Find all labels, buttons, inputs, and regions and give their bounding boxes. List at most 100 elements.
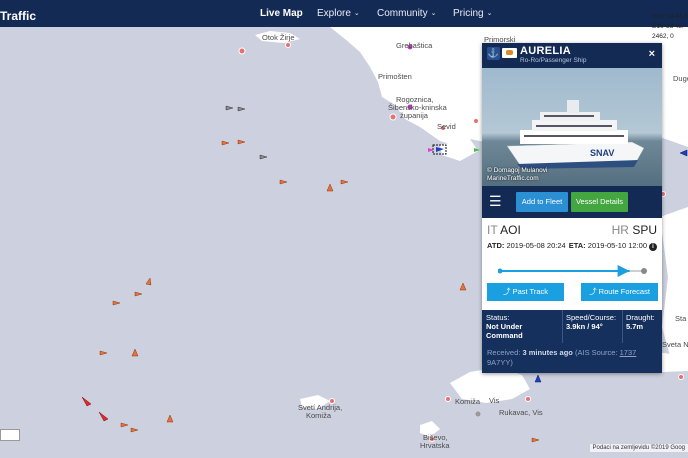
vessel-markers-grey	[225, 105, 268, 160]
destination-country: HR	[611, 223, 629, 237]
status-panel: Status: Not Under Command Speed/Course: …	[482, 310, 662, 373]
vessel-marker-cargo	[130, 427, 139, 433]
place-label: Rukavac, Vis	[499, 408, 543, 417]
voyage-progress	[498, 265, 647, 277]
coord-lon: E16°38'48.	[652, 23, 684, 30]
speed-value: 3.9kn / 94°	[566, 322, 603, 331]
destination-port-code: SPU	[632, 223, 657, 237]
nav-pricing[interactable]: Pricing ⌄	[453, 8, 492, 19]
vessel-photo[interactable]: SNAV © Domagoj Mulanovi MarineTraffic.co…	[482, 68, 662, 186]
departure-country: IT	[487, 223, 498, 237]
coord-lat: N43°14'46.3	[652, 13, 688, 20]
past-track-button[interactable]: ⤴ Past Track	[487, 283, 564, 301]
vessel-marker-cargo	[99, 350, 108, 356]
route-icon: ⤴	[589, 287, 599, 296]
vessel-marker-cargo	[131, 348, 139, 357]
place-label: Dugo	[673, 74, 688, 83]
ais-source-callsign: 9A7YY)	[487, 358, 513, 367]
speed-label: Speed/Course:	[566, 313, 617, 322]
past-track-label: Past Track	[512, 287, 549, 296]
vessel-marker-cargo	[112, 300, 121, 306]
top-nav: Traffic Live Map Explore ⌄ Community ⌄ Pri…	[0, 0, 688, 27]
coord-extra: 2462, 0	[652, 33, 674, 40]
eta-label: ETA:	[568, 241, 586, 250]
place-label: Sevid	[437, 122, 456, 131]
speed-field: Speed/Course: 3.9kn / 94°	[566, 313, 622, 331]
port-marker	[389, 113, 397, 121]
place-label: Otok Žirje	[262, 33, 295, 42]
close-icon[interactable]: ×	[649, 48, 655, 60]
divider	[562, 310, 563, 343]
photo-credit: © Domagoj Mulanovi MarineTraffic.com	[487, 167, 547, 183]
vessel-marker-cargo	[326, 183, 334, 192]
received-label: Received:	[487, 348, 521, 357]
atd: ATD: 2019-05-08 20:24	[487, 241, 566, 250]
place-label: Vis	[489, 396, 500, 405]
vessel-marker-cargo	[531, 437, 540, 443]
status-label: Status:	[486, 313, 510, 322]
map-attribution[interactable]: Podaci na zemljevidu ©2019 Goog	[589, 444, 688, 452]
departure-port[interactable]: IT AOI	[487, 223, 521, 237]
info-icon[interactable]: i	[649, 243, 657, 251]
port-marker	[285, 42, 291, 48]
route-forecast-button[interactable]: ⤴ Route Forecast	[581, 283, 658, 301]
nav-live-map[interactable]: Live Map	[260, 8, 303, 19]
eta-value: 2019-05-10 12:00	[587, 241, 647, 250]
place-label: županija	[400, 111, 428, 120]
status-field: Status: Not Under Command	[486, 313, 560, 340]
atd-label: ATD:	[487, 241, 505, 250]
vessel-marker-tanker	[81, 396, 92, 407]
place-label: Sveta N	[662, 340, 688, 349]
vessel-marker-cargo	[237, 139, 246, 145]
draught-value: 5.7m	[626, 322, 644, 331]
ais-source-link[interactable]: 1737	[620, 348, 637, 357]
ais-source-label: (AIS Source:	[574, 348, 618, 357]
atd-value: 2019-05-08 20:24	[506, 241, 566, 250]
brand-logo[interactable]: Traffic	[0, 9, 36, 23]
vessel-marker-cargo	[134, 291, 143, 297]
menu-icon[interactable]: ☰	[489, 194, 502, 208]
flag-cyprus-icon	[502, 48, 517, 58]
vessel-marker-cargo	[279, 179, 288, 185]
vessel-marker-tanker	[98, 411, 109, 422]
progress-arrow-icon	[617, 265, 630, 277]
received-info: Received: 3 minutes ago (AIS Source: 173…	[487, 348, 657, 368]
port-marker	[525, 396, 531, 402]
vessel-marker-cargo	[120, 422, 129, 428]
track-icon: ⤴	[502, 287, 513, 296]
vessel-marker-passenger	[534, 374, 542, 383]
port-marker	[238, 47, 246, 55]
vessel-details-button[interactable]: Vessel Details	[571, 192, 628, 212]
vessel-type: Ro-Ro/Passenger Ship	[520, 57, 587, 64]
progress-start-dot	[498, 268, 503, 274]
photo-credit-source: MarineTraffic.com	[487, 175, 539, 182]
nav-community[interactable]: Community ⌄	[377, 8, 436, 19]
place-label: Hrvatska	[420, 441, 450, 450]
draught-label: Draught:	[626, 313, 655, 322]
vessel-markers-tanker	[81, 396, 109, 422]
voyage-panel: IT AOI HR SPU ATD: 2019-05-08 20:24 ETA:…	[482, 218, 662, 310]
vessel-marker-cargo	[221, 140, 230, 146]
vessel-name[interactable]: AURELIA	[520, 45, 571, 57]
place-label: Komiža	[306, 411, 332, 420]
place-label: Sta	[675, 314, 687, 323]
chevron-down-icon: ⌄	[353, 10, 360, 17]
vessel-marker-passenger	[679, 149, 688, 157]
eta: ETA: 2019-05-10 12:00 i	[569, 241, 657, 251]
vessel-type-icon: ⚓	[487, 47, 500, 60]
vessel-marker-cargo	[166, 414, 174, 423]
vessel-marker-cargo	[145, 277, 152, 286]
vessel-marker-other	[225, 105, 234, 111]
scale-control[interactable]	[0, 429, 20, 441]
add-to-fleet-button[interactable]: Add to Fleet	[516, 192, 568, 212]
vessel-marker-other	[259, 154, 268, 160]
popup-actions: ☰ Add to Fleet Vessel Details	[482, 186, 662, 218]
progress-end-dot	[641, 268, 647, 274]
place-label: Grebaštica	[396, 41, 433, 50]
vessel-popup: ⚓ AURELIA Ro-Ro/Passenger Ship × SNAV © …	[482, 43, 662, 373]
nav-explore[interactable]: Explore ⌄	[317, 8, 360, 19]
ship-funnel	[567, 100, 579, 113]
chevron-down-icon: ⌄	[430, 10, 437, 17]
place-label: Primošten	[378, 72, 412, 81]
destination-port[interactable]: HR SPU	[612, 223, 657, 237]
